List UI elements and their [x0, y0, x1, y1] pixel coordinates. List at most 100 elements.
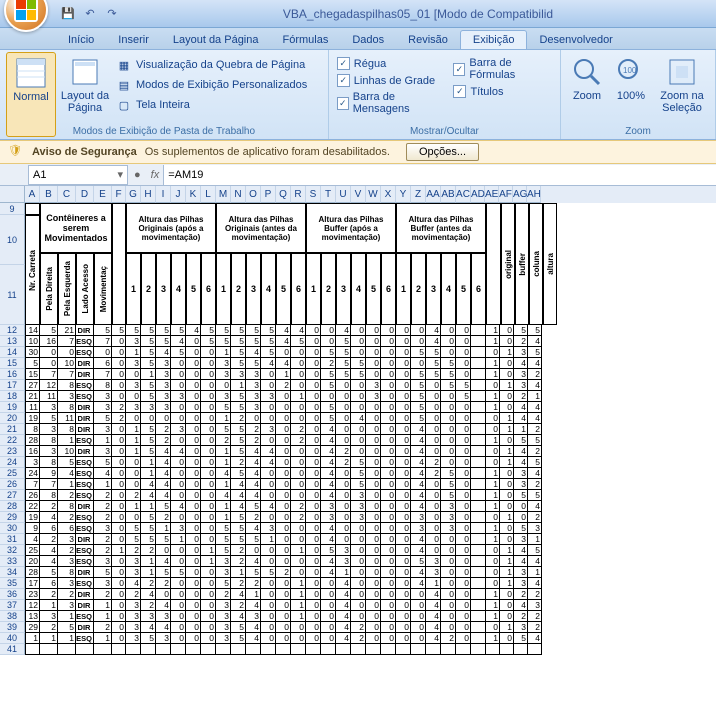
table-cell[interactable]: 0 [171, 545, 186, 556]
table-cell[interactable]: 2 [276, 380, 291, 391]
table-cell[interactable]: 3 [216, 369, 231, 380]
table-cell[interactable]: 0 [321, 633, 336, 644]
pagebreak-preview-button[interactable]: ▦Visualização da Quebra de Página [114, 56, 309, 74]
table-cell[interactable]: 4 [426, 611, 441, 622]
table-cell[interactable]: 4 [321, 567, 336, 578]
table-cell[interactable]: 5 [411, 380, 426, 391]
table-cell[interactable]: 0 [381, 325, 396, 336]
table-cell[interactable]: 5 [126, 325, 141, 336]
table-cell[interactable]: 3 [514, 347, 528, 358]
table-cell[interactable]: 7 [40, 479, 58, 490]
table-cell[interactable]: 1 [216, 512, 231, 523]
table-cell[interactable]: 3 [156, 391, 171, 402]
table-cell[interactable]: 0 [112, 578, 126, 589]
table-cell[interactable]: 5 [112, 325, 126, 336]
column-header[interactable]: R [291, 186, 306, 203]
column-header[interactable]: Q [276, 186, 291, 203]
column-header[interactable]: AB [441, 186, 456, 203]
table-cell[interactable]: 0 [456, 336, 471, 347]
table-cell[interactable]: 1 [156, 523, 171, 534]
table-cell[interactable]: 6 [94, 358, 112, 369]
table-cell[interactable]: 0 [306, 347, 321, 358]
table-cell[interactable]: 4 [40, 556, 58, 567]
table-cell[interactable] [216, 644, 231, 655]
table-cell[interactable]: 0 [366, 457, 381, 468]
table-cell[interactable]: 8 [25, 424, 40, 435]
table-cell[interactable]: 0 [261, 490, 276, 501]
table-cell[interactable]: 2 [216, 435, 231, 446]
chevron-down-icon[interactable]: ▾ [117, 168, 123, 181]
table-cell[interactable] [156, 644, 171, 655]
table-cell[interactable]: 5 [456, 380, 471, 391]
table-cell[interactable]: 1 [231, 567, 246, 578]
table-cell[interactable]: 3 [141, 611, 156, 622]
table-cell[interactable]: 3 [216, 358, 231, 369]
table-cell[interactable]: 5 [514, 490, 528, 501]
table-cell[interactable]: 1 [25, 633, 40, 644]
table-cell[interactable]: 0 [500, 325, 514, 336]
table-cell[interactable] [471, 347, 486, 358]
table-cell[interactable]: 0 [186, 556, 201, 567]
table-cell[interactable]: 4 [514, 358, 528, 369]
column-header[interactable]: AH [527, 186, 541, 203]
table-cell[interactable]: 3 [94, 424, 112, 435]
table-cell[interactable]: 1 [141, 369, 156, 380]
table-cell[interactable]: 5 [94, 457, 112, 468]
table-cell[interactable]: 0 [186, 391, 201, 402]
table-cell[interactable]: 0 [366, 369, 381, 380]
table-cell[interactable]: 1 [58, 633, 76, 644]
table-cell[interactable]: 0 [426, 413, 441, 424]
table-cell[interactable]: 3 [126, 567, 141, 578]
table-cell[interactable]: 5 [25, 358, 40, 369]
table-cell[interactable]: 8 [58, 380, 76, 391]
table-cell[interactable]: 0 [336, 512, 351, 523]
table-cell[interactable]: 16 [40, 336, 58, 347]
table-cell[interactable] [486, 644, 500, 655]
table-cell[interactable]: ESQ [76, 523, 94, 534]
table-cell[interactable]: 0 [171, 402, 186, 413]
table-cell[interactable]: 10 [58, 446, 76, 457]
table-cell[interactable]: 0 [112, 523, 126, 534]
table-cell[interactable]: 0 [381, 369, 396, 380]
table-cell[interactable]: 1 [500, 347, 514, 358]
table-cell[interactable]: 0 [186, 468, 201, 479]
table-cell[interactable]: 0 [186, 578, 201, 589]
row-header[interactable]: 38 [0, 611, 25, 622]
table-cell[interactable]: 0 [351, 600, 366, 611]
table-cell[interactable]: 0 [366, 490, 381, 501]
table-cell[interactable]: 0 [261, 589, 276, 600]
table-cell[interactable]: 0 [321, 622, 336, 633]
table-cell[interactable]: DIR [76, 567, 94, 578]
table-cell[interactable]: 0 [171, 512, 186, 523]
table-cell[interactable]: 4 [141, 622, 156, 633]
table-cell[interactable]: 2 [94, 512, 112, 523]
table-cell[interactable]: 3 [366, 391, 381, 402]
table-cell[interactable]: 4 [156, 347, 171, 358]
table-cell[interactable]: 4 [336, 611, 351, 622]
table-cell[interactable]: 4 [231, 611, 246, 622]
table-cell[interactable]: 3 [40, 424, 58, 435]
table-cell[interactable]: 0 [201, 369, 216, 380]
formulabar-checkbox[interactable]: ✓Barra de Fórmulas [451, 56, 554, 82]
table-cell[interactable]: 0 [261, 479, 276, 490]
table-cell[interactable]: 0 [441, 325, 456, 336]
row-header[interactable]: 21 [0, 424, 25, 435]
layout-view-button[interactable]: Layout da Página [60, 52, 110, 137]
table-cell[interactable]: 4 [336, 578, 351, 589]
table-cell[interactable]: 3 [514, 578, 528, 589]
table-cell[interactable]: 0 [306, 534, 321, 545]
table-cell[interactable]: 5 [141, 424, 156, 435]
table-cell[interactable]: 0 [261, 611, 276, 622]
table-cell[interactable]: 4 [528, 556, 542, 567]
table-cell[interactable]: 5 [528, 325, 542, 336]
table-cell[interactable]: 3 [528, 523, 542, 534]
table-cell[interactable] [411, 644, 426, 655]
table-cell[interactable]: 0 [351, 534, 366, 545]
table-cell[interactable]: 0 [291, 369, 306, 380]
table-cell[interactable]: 8 [40, 457, 58, 468]
table-cell[interactable]: 5 [171, 347, 186, 358]
table-cell[interactable]: 0 [411, 358, 426, 369]
table-cell[interactable]: 0 [171, 435, 186, 446]
table-cell[interactable]: 2 [426, 457, 441, 468]
table-cell[interactable]: 3 [58, 556, 76, 567]
